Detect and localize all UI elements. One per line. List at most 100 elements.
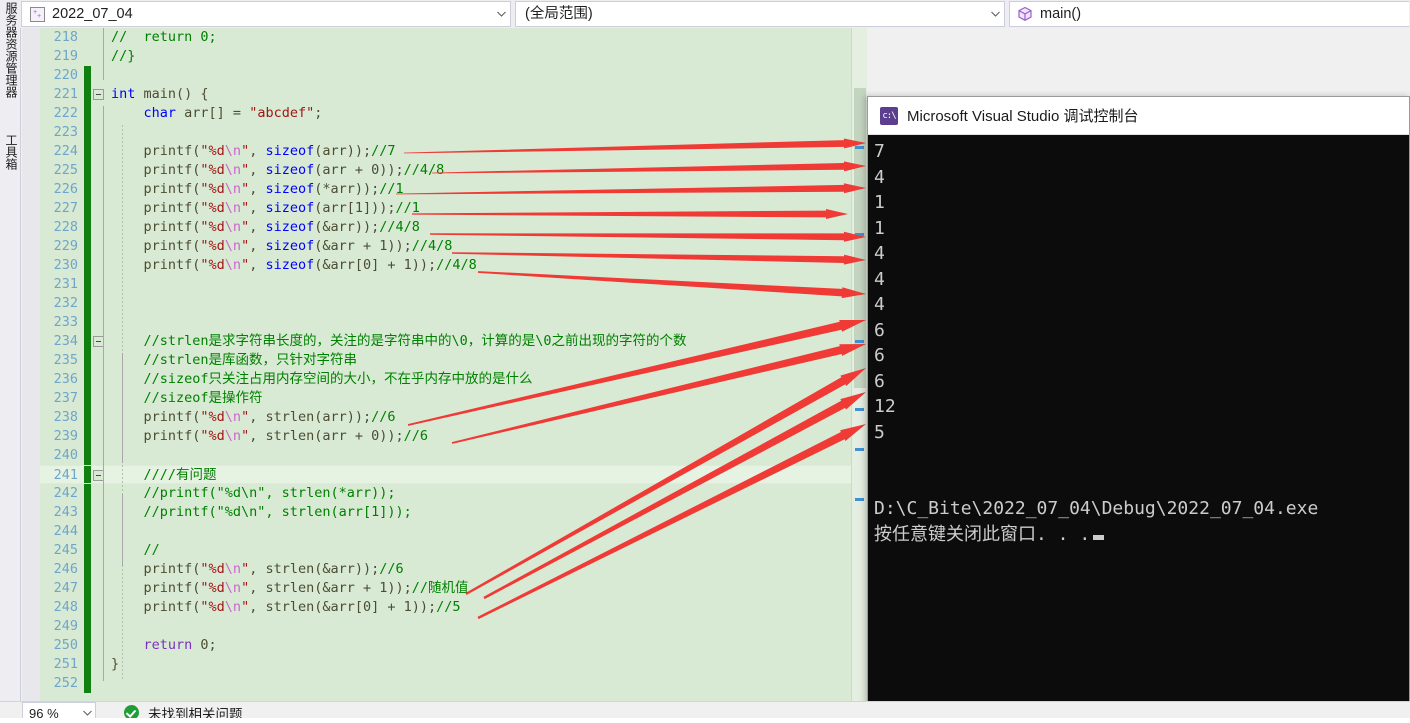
fold-glyph-margin[interactable]	[91, 313, 108, 332]
change-indicator-bar	[84, 408, 91, 427]
fold-glyph-margin[interactable]	[91, 142, 108, 161]
chevron-down-icon[interactable]	[492, 11, 510, 17]
scrollbar-marker	[855, 146, 864, 149]
code-line[interactable]: 236 //sizeof只关注占用内存空间的大小，不在乎内存中放的是什么	[40, 370, 860, 389]
line-number: 227	[53, 200, 78, 216]
code-line[interactable]: 251}	[40, 655, 860, 674]
code-line[interactable]: 232	[40, 294, 860, 313]
code-line[interactable]: 229 printf("%d\n", sizeof(&arr + 1));//4…	[40, 237, 860, 256]
code-text: printf("%d\n", sizeof(&arr));//4/8	[111, 219, 420, 235]
code-line[interactable]: 231	[40, 275, 860, 294]
code-line[interactable]: 248 printf("%d\n", strlen(&arr[0] + 1));…	[40, 598, 860, 617]
code-line[interactable]: 242 //printf("%d\n", strlen(*arr));	[40, 484, 860, 503]
fold-glyph-margin[interactable]	[91, 598, 108, 617]
fold-glyph-margin[interactable]	[91, 47, 108, 66]
fold-glyph-margin[interactable]	[91, 294, 108, 313]
code-text: printf("%d\n", sizeof(arr));//7	[111, 143, 396, 159]
code-line[interactable]: 239 printf("%d\n", strlen(arr + 0));//6	[40, 427, 860, 446]
code-line[interactable]: 222 char arr[] = "abcdef";	[40, 104, 860, 123]
code-line[interactable]: 219 //}	[40, 47, 860, 66]
fold-glyph-margin[interactable]	[91, 28, 108, 47]
code-line[interactable]: 223	[40, 123, 860, 142]
fold-glyph-margin[interactable]	[91, 370, 108, 389]
fold-glyph-margin[interactable]	[91, 199, 108, 218]
editor-vertical-scrollbar[interactable]	[851, 28, 867, 701]
code-line[interactable]: 250 return 0;	[40, 636, 860, 655]
fold-glyph-margin[interactable]	[91, 180, 108, 199]
fold-glyph-margin[interactable]	[91, 66, 108, 85]
fold-glyph-margin[interactable]	[91, 617, 108, 636]
code-text: //strlen是求字符串长度的，关注的是字符串中的\0，计算的是\0之前出现的…	[111, 333, 687, 349]
console-output-line: 5	[874, 421, 885, 443]
fold-glyph-margin[interactable]	[91, 466, 108, 483]
change-indicator-bar	[84, 370, 91, 389]
function-dropdown[interactable]: main()	[1009, 1, 1409, 27]
fold-glyph-margin[interactable]	[91, 161, 108, 180]
code-line[interactable]: 252	[40, 674, 860, 693]
code-line[interactable]: 233	[40, 313, 860, 332]
code-text: printf("%d\n", sizeof(arr[1]));//1	[111, 200, 420, 216]
code-editor[interactable]: 218// return 0; 219//} 220 221 int main() {2…	[22, 28, 867, 701]
line-number: 231	[53, 276, 78, 292]
line-number: 230	[53, 257, 78, 273]
fold-glyph-margin[interactable]	[91, 237, 108, 256]
fold-glyph-margin[interactable]	[91, 446, 108, 465]
fold-glyph-margin[interactable]	[91, 389, 108, 408]
fold-glyph-margin[interactable]	[91, 85, 108, 104]
code-line[interactable]: 224 printf("%d\n", sizeof(arr));//7	[40, 142, 860, 161]
code-line[interactable]: 226 printf("%d\n", sizeof(*arr));//1	[40, 180, 860, 199]
code-line[interactable]: 244	[40, 522, 860, 541]
line-number: 220	[53, 67, 78, 83]
code-line[interactable]: 221 int main() {	[40, 85, 860, 104]
fold-glyph-margin[interactable]	[91, 522, 108, 541]
code-line[interactable]: 240	[40, 446, 860, 465]
fold-glyph-margin[interactable]	[91, 332, 108, 351]
fold-glyph-margin[interactable]	[91, 256, 108, 275]
fold-glyph-margin[interactable]	[91, 275, 108, 294]
fold-glyph-margin[interactable]	[91, 218, 108, 237]
code-line[interactable]: 249	[40, 617, 860, 636]
code-line[interactable]: 234 //strlen是求字符串长度的，关注的是字符串中的\0，计算的是\0之…	[40, 332, 860, 351]
rail-tab-toolbox[interactable]: 工具箱	[0, 134, 21, 204]
code-line[interactable]: 218 // return 0;	[40, 28, 860, 47]
chevron-down-icon[interactable]	[79, 710, 95, 716]
fold-glyph-margin[interactable]	[91, 674, 108, 693]
code-line[interactable]: 220	[40, 66, 860, 85]
fold-glyph-margin[interactable]	[91, 503, 108, 522]
fold-glyph-margin[interactable]	[91, 484, 108, 503]
scope-dropdown[interactable]: (全局范围)	[515, 1, 1005, 27]
fold-glyph-margin[interactable]	[91, 123, 108, 142]
code-line[interactable]: 247 printf("%d\n", strlen(&arr + 1));//随…	[40, 579, 860, 598]
fold-glyph-margin[interactable]	[91, 636, 108, 655]
fold-glyph-margin[interactable]	[91, 427, 108, 446]
code-line[interactable]: 246 printf("%d\n", strlen(&arr));//6	[40, 560, 860, 579]
debug-console-window[interactable]: c:\ Microsoft Visual Studio 调试控制台 7 4 1 1 4 4…	[867, 96, 1410, 723]
fold-glyph-margin[interactable]	[91, 351, 108, 370]
code-line[interactable]: 237 //sizeof是操作符	[40, 389, 860, 408]
change-indicator-bar	[84, 28, 91, 47]
code-line[interactable]: 235 //strlen是库函数，只针对字符串	[40, 351, 860, 370]
code-line[interactable]: 243 //printf("%d\n", strlen(arr[1]));	[40, 503, 860, 522]
rail-tab-server-explorer[interactable]: 服务器资源管理器	[0, 2, 21, 132]
scrollbar-thumb[interactable]	[854, 88, 866, 388]
code-line[interactable]: 227 printf("%d\n", sizeof(arr[1]));//1	[40, 199, 860, 218]
code-lines-container[interactable]: 218// return 0; 219//} 220 221 int main() {2…	[40, 28, 860, 701]
code-line[interactable]: 245 //	[40, 541, 860, 560]
code-line[interactable]: 225 printf("%d\n", sizeof(arr + 0));//4/…	[40, 161, 860, 180]
code-line[interactable]: 241 ////有问题	[40, 465, 860, 484]
change-indicator-bar	[84, 560, 91, 579]
fold-glyph-margin[interactable]	[91, 408, 108, 427]
fold-glyph-margin[interactable]	[91, 560, 108, 579]
indent-guide-line	[103, 28, 104, 80]
chevron-down-icon[interactable]	[986, 11, 1004, 17]
code-line[interactable]: 230 printf("%d\n", sizeof(&arr[0] + 1));…	[40, 256, 860, 275]
fold-glyph-margin[interactable]	[91, 655, 108, 674]
project-dropdown[interactable]: + + 2022_07_04	[21, 1, 511, 27]
fold-glyph-margin[interactable]	[91, 541, 108, 560]
fold-glyph-margin[interactable]	[91, 579, 108, 598]
code-line[interactable]: 238 printf("%d\n", strlen(arr));//6	[40, 408, 860, 427]
code-line[interactable]: 228 printf("%d\n", sizeof(&arr));//4/8	[40, 218, 860, 237]
collapse-minus-icon[interactable]	[93, 89, 104, 100]
fold-glyph-margin[interactable]	[91, 104, 108, 123]
